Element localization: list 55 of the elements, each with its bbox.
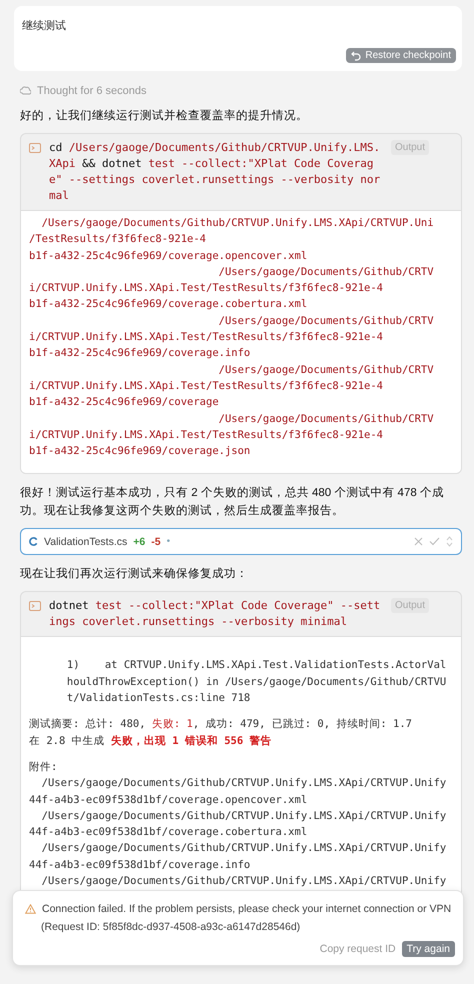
- output-line: /Users/gaoge/Documents/Github/CRTV: [218, 264, 435, 280]
- file-edit-bar[interactable]: ValidationTests.cs +6 -5 •: [20, 528, 462, 556]
- user-message: 继续测试: [22, 19, 67, 34]
- terminal-icon: [29, 601, 41, 612]
- output-line: /TestResults/f3f6fec8-921e-4: [29, 232, 208, 248]
- try-again-button[interactable]: Try again: [402, 941, 455, 957]
- output-line: b1f-a432-25c4c96fe969/coverage.cobertura.xml: [29, 297, 308, 312]
- output-line: /Users/gaoge/Documents/Github/CRTVUP.Unify.LMS.XApi/CRTVUP.Unify: [40, 808, 448, 824]
- output-line: i/CRTVUP.Unify.LMS.XApi.Test/TestResults/f3f6fec8-921e-4: [29, 428, 384, 443]
- output-line: houldThrowException() in /Users/gaoge/Documents/Github/CRTVU: [66, 674, 448, 690]
- output-line: 44f-a4b3-ec09f538d1bf/coverage.cobertura.xml: [29, 825, 308, 840]
- thought-duration[interactable]: Thought for 6 seconds: [37, 85, 146, 97]
- output-button[interactable]: Output: [391, 140, 430, 155]
- assistant-message: 好的，让我们继续运行测试并检查覆盖率的提升情况。: [20, 108, 309, 124]
- output-line: 1) at CRTVUP.Unify.LMS.XApi.Test.ValidationTests.ActorVal: [66, 658, 448, 674]
- output-button[interactable]: Output: [391, 598, 430, 614]
- output-line: b1f-a432-25c4c96fe969/coverage.opencover.xml: [29, 248, 308, 264]
- output-line: /Users/gaoge/Documents/Github/CRTV: [218, 362, 435, 378]
- command-text: dotnet test --collect:"XPlat Code Coverage" --settings coverlet.runsettings --verbosity minimal: [49, 598, 382, 630]
- output-line: /Users/gaoge/Documents/Github/CRTVUP.Unify.LMS.XApi/CRTVUP.Unify: [40, 776, 448, 792]
- output-line: /Users/gaoge/Documents/Github/CRTVUP.Unify.LMS.XApi/CRTVUP.Uni: [40, 216, 435, 231]
- status-mark: •: [166, 536, 170, 548]
- copy-request-id-link[interactable]: Copy request ID: [320, 943, 396, 955]
- lines-removed: -5: [151, 536, 161, 548]
- output-line: 44f-a4b3-ec09f538d1bf/coverage.opencover.xml: [29, 792, 308, 808]
- close-icon[interactable]: [414, 537, 423, 546]
- output-line: 测试摘要: 总计: 480, 失败: 1, 成功: 479, 已跳过: 0, 持续时间: 1.7: [29, 717, 413, 732]
- assistant-message: 很好！测试运行基本成功，只有 2 个失败的测试，总共 480 个测试中有 478 个成功。现在让我修复这两个失败的测试，然后生成覆盖率报告。: [20, 486, 445, 520]
- output-line: 在 2.8 中生成 失败，出现 1 错误和 556 警告: [29, 734, 273, 749]
- request-id: (Request ID: 5f85f8dc-d937-4508-a93c-a6147d28546d): [40, 921, 302, 933]
- terminal-icon: [29, 143, 41, 153]
- output-line: t/ValidationTests.cs:line 718: [66, 691, 252, 706]
- warning-icon: [25, 904, 36, 914]
- output-line: b1f-a432-25c4c96fe969/coverage: [29, 395, 220, 410]
- output-line: 44f-a4b3-ec09f538d1bf/coverage.info: [29, 858, 252, 873]
- output-line: b1f-a432-25c4c96fe969/coverage.info: [29, 346, 252, 362]
- file-name: ValidationTests.cs: [44, 536, 128, 548]
- command-text: cd /Users/gaoge/Documents/Github/CRTVUP.Unify.LMS.XApi && dotnet test --collect:"XPlat Code Coverage" --settings coverlet.runsettings --verbosity normal: [49, 140, 382, 204]
- chevron-up-down-icon[interactable]: [446, 536, 453, 548]
- output-line: /Users/gaoge/Documents/Github/CRTVUP.Unify.LMS.XApi/CRTVUP.Unify: [40, 841, 448, 856]
- output-line: i/CRTVUP.Unify.LMS.XApi.Test/TestResults/f3f6fec8-921e-4: [29, 330, 384, 346]
- loading-spinner-icon: [29, 537, 38, 546]
- output-line: /Users/gaoge/Documents/Github/CRTVUP.Unify.LMS.XApi/CRTVUP.Unify: [40, 874, 448, 890]
- check-icon[interactable]: [429, 537, 440, 546]
- output-line: i/CRTVUP.Unify.LMS.XApi.Test/TestResults/f3f6fec8-921e-4: [29, 281, 384, 296]
- error-message: Connection failed. If the problem persists, please check your internet connection or VPN: [42, 902, 452, 917]
- output-line: i/CRTVUP.Unify.LMS.XApi.Test/TestResults/f3f6fec8-921e-4: [29, 378, 384, 394]
- output-line: /Users/gaoge/Documents/Github/CRTV: [218, 412, 435, 427]
- lines-added: +6: [133, 536, 146, 548]
- undo-icon: [351, 50, 362, 60]
- output-line: 附件:: [29, 760, 58, 775]
- assistant-message: 现在让我们再次运行测试来确保修复成功：: [20, 566, 249, 582]
- restore-checkpoint-button[interactable]: Restore checkpoint: [346, 48, 456, 63]
- output-line: b1f-a432-25c4c96fe969/coverage.json: [29, 444, 252, 460]
- output-line: /Users/gaoge/Documents/Github/CRTV: [218, 314, 435, 329]
